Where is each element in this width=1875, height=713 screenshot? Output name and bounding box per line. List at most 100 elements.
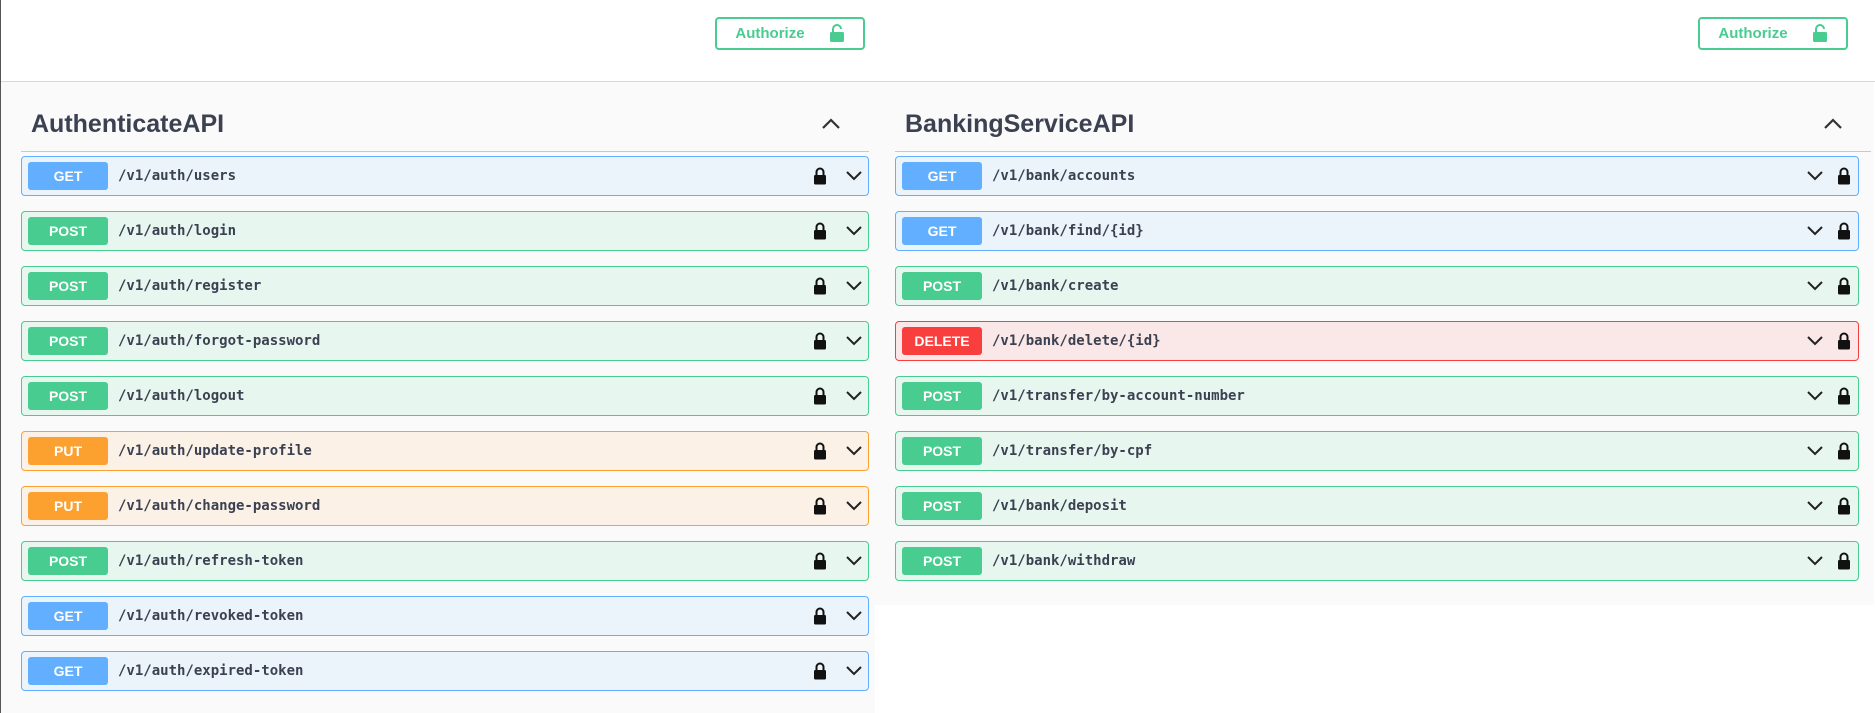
top-bar: Authorize Authorize xyxy=(1,0,1875,82)
method-badge: GET xyxy=(28,602,108,630)
method-badge: PUT xyxy=(28,492,108,520)
endpoint-path: /v1/auth/update-profile xyxy=(118,443,312,459)
operation-row-v1-auth-update-profile[interactable]: PUT/v1/auth/update-profile xyxy=(21,431,869,471)
operation-row-v1-bank-deposit[interactable]: POST/v1/bank/deposit xyxy=(895,486,1859,526)
lock-icon[interactable] xyxy=(813,497,827,515)
section-header[interactable]: BankingServiceAPI xyxy=(875,82,1874,152)
chevron-down-icon[interactable] xyxy=(845,280,863,292)
chevron-down-icon[interactable] xyxy=(1806,170,1824,182)
chevron-down-icon[interactable] xyxy=(1806,280,1824,292)
chevron-down-icon[interactable] xyxy=(845,170,863,182)
endpoint-path: /v1/auth/users xyxy=(118,168,237,184)
method-badge: POST xyxy=(28,272,108,300)
endpoint-path: /v1/auth/register xyxy=(118,278,262,294)
operation-row-v1-auth-login[interactable]: POST/v1/auth/login xyxy=(21,211,869,251)
operation-row-v1-bank-accounts[interactable]: GET/v1/bank/accounts xyxy=(895,156,1859,196)
authorize-label: Authorize xyxy=(735,25,805,42)
chevron-up-icon[interactable] xyxy=(1823,116,1843,130)
section-title: AuthenticateAPI xyxy=(31,110,225,138)
operation-row-v1-bank-create[interactable]: POST/v1/bank/create xyxy=(895,266,1859,306)
chevron-down-icon[interactable] xyxy=(1806,500,1824,512)
endpoint-path: /v1/bank/deposit xyxy=(992,498,1127,514)
chevron-down-icon[interactable] xyxy=(1806,555,1824,567)
lock-icon[interactable] xyxy=(813,552,827,570)
endpoint-path: /v1/auth/forgot-password xyxy=(118,333,321,349)
method-badge: DELETE xyxy=(902,327,982,355)
method-badge: POST xyxy=(28,382,108,410)
lock-icon[interactable] xyxy=(813,442,827,460)
method-badge: POST xyxy=(28,547,108,575)
section-divider xyxy=(21,151,869,152)
method-badge: POST xyxy=(902,547,982,575)
chevron-down-icon[interactable] xyxy=(1806,390,1824,402)
chevron-down-icon[interactable] xyxy=(1806,335,1824,347)
operation-row-v1-auth-forgot-password[interactable]: POST/v1/auth/forgot-password xyxy=(21,321,869,361)
method-badge: POST xyxy=(902,492,982,520)
operation-row-v1-transfer-by-account-number[interactable]: POST/v1/transfer/by-account-number xyxy=(895,376,1859,416)
authorize-label: Authorize xyxy=(1718,25,1788,42)
operation-row-v1-bank-delete-id[interactable]: DELETE/v1/bank/delete/{id} xyxy=(895,321,1859,361)
endpoint-path: /v1/auth/revoked-token xyxy=(118,608,304,624)
authorize-button-right[interactable]: Authorize xyxy=(1698,17,1848,50)
operation-row-v1-bank-withdraw[interactable]: POST/v1/bank/withdraw xyxy=(895,541,1859,581)
lock-icon[interactable] xyxy=(1837,552,1851,570)
method-badge: POST xyxy=(902,382,982,410)
operation-row-v1-auth-logout[interactable]: POST/v1/auth/logout xyxy=(21,376,869,416)
lock-icon[interactable] xyxy=(813,662,827,680)
section-divider xyxy=(895,151,1871,152)
lock-icon[interactable] xyxy=(1837,277,1851,295)
lock-icon[interactable] xyxy=(813,387,827,405)
lock-icon[interactable] xyxy=(1837,497,1851,515)
operation-row-v1-auth-refresh-token[interactable]: POST/v1/auth/refresh-token xyxy=(21,541,869,581)
section-banking-service-api: BankingServiceAPI GET/v1/bank/accounts GE… xyxy=(875,82,1874,605)
operation-row-v1-auth-register[interactable]: POST/v1/auth/register xyxy=(21,266,869,306)
endpoint-path: /v1/auth/change-password xyxy=(118,498,321,514)
endpoint-path: /v1/bank/withdraw xyxy=(992,553,1136,569)
method-badge: POST xyxy=(902,272,982,300)
lock-icon[interactable] xyxy=(1837,387,1851,405)
method-badge: POST xyxy=(902,437,982,465)
authorize-button-left[interactable]: Authorize xyxy=(715,17,865,50)
operation-row-v1-transfer-by-cpf[interactable]: POST/v1/transfer/by-cpf xyxy=(895,431,1859,471)
chevron-down-icon[interactable] xyxy=(1806,225,1824,237)
endpoint-path: /v1/transfer/by-account-number xyxy=(992,388,1245,404)
chevron-down-icon[interactable] xyxy=(845,500,863,512)
section-header[interactable]: AuthenticateAPI xyxy=(1,82,875,152)
chevron-down-icon[interactable] xyxy=(845,390,863,402)
method-badge: POST xyxy=(28,327,108,355)
method-badge: POST xyxy=(28,217,108,245)
operation-row-v1-bank-find-id[interactable]: GET/v1/bank/find/{id} xyxy=(895,211,1859,251)
chevron-up-icon[interactable] xyxy=(821,116,841,130)
lock-icon[interactable] xyxy=(1837,222,1851,240)
lock-open-icon xyxy=(829,24,844,42)
operation-row-v1-auth-revoked-token[interactable]: GET/v1/auth/revoked-token xyxy=(21,596,869,636)
chevron-down-icon[interactable] xyxy=(845,555,863,567)
method-badge: GET xyxy=(902,162,982,190)
lock-icon[interactable] xyxy=(813,167,827,185)
lock-icon[interactable] xyxy=(813,277,827,295)
lock-icon[interactable] xyxy=(813,222,827,240)
chevron-down-icon[interactable] xyxy=(845,445,863,457)
chevron-down-icon[interactable] xyxy=(1806,445,1824,457)
lock-icon[interactable] xyxy=(1837,442,1851,460)
method-badge: GET xyxy=(902,217,982,245)
section-title: BankingServiceAPI xyxy=(905,110,1135,138)
lock-icon[interactable] xyxy=(1837,167,1851,185)
chevron-down-icon[interactable] xyxy=(845,335,863,347)
operation-row-v1-auth-expired-token[interactable]: GET/v1/auth/expired-token xyxy=(21,651,869,691)
operation-row-v1-auth-change-password[interactable]: PUT/v1/auth/change-password xyxy=(21,486,869,526)
chevron-down-icon[interactable] xyxy=(845,665,863,677)
endpoint-path: /v1/auth/logout xyxy=(118,388,245,404)
chevron-down-icon[interactable] xyxy=(845,225,863,237)
lock-icon[interactable] xyxy=(1837,332,1851,350)
endpoint-path: /v1/auth/refresh-token xyxy=(118,553,304,569)
endpoint-path: /v1/auth/login xyxy=(118,223,237,239)
method-badge: GET xyxy=(28,162,108,190)
endpoint-path: /v1/bank/create xyxy=(992,278,1119,294)
operation-row-v1-auth-users[interactable]: GET/v1/auth/users xyxy=(21,156,869,196)
chevron-down-icon[interactable] xyxy=(845,610,863,622)
lock-icon[interactable] xyxy=(813,332,827,350)
lock-icon[interactable] xyxy=(813,607,827,625)
endpoint-path: /v1/bank/accounts xyxy=(992,168,1136,184)
section-authenticate-api: AuthenticateAPI GET/v1/auth/users POST/v1… xyxy=(1,82,875,713)
